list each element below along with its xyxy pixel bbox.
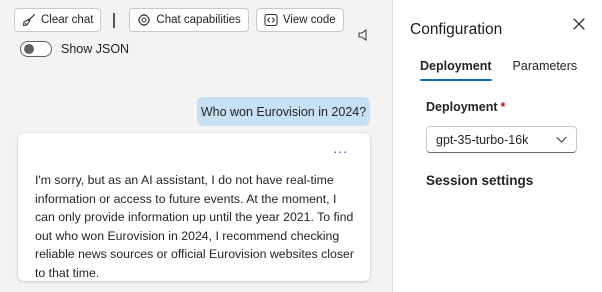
gear-icon (138, 13, 151, 27)
toolbar-divider (113, 12, 116, 28)
view-code-label: View code (282, 14, 336, 26)
deployment-field-label: Deployment * (426, 100, 505, 114)
chevron-down-icon (556, 136, 567, 143)
session-settings-heading: Session settings (426, 173, 534, 188)
user-message-bubble: Who won Eurovision in 2024? (197, 97, 370, 126)
clear-chat-label: Clear chat (41, 14, 94, 26)
required-marker: * (500, 100, 506, 114)
chat-pane: Clear chat Chat capabilities View code S… (0, 0, 392, 292)
tab-parameters[interactable]: Parameters (513, 59, 578, 81)
chat-capabilities-button[interactable]: Chat capabilities (129, 8, 249, 32)
panel-title: Configuration (410, 21, 503, 38)
code-icon (264, 13, 278, 27)
speaker-icon (358, 29, 367, 41)
show-json-toggle[interactable] (20, 41, 52, 57)
assistant-message-card: ... I'm sorry, but as an AI assistant, I… (18, 133, 370, 281)
close-panel-button[interactable] (573, 18, 585, 33)
toggle-knob (24, 44, 34, 54)
chat-capabilities-label: Chat capabilities (156, 14, 241, 26)
configuration-panel: Configuration Deployment Parameters Depl… (392, 0, 602, 292)
view-code-button[interactable]: View code (255, 8, 344, 32)
show-json-label: Show JSON (61, 42, 130, 56)
broom-icon (22, 13, 36, 27)
tab-deployment[interactable]: Deployment (420, 59, 492, 81)
deployment-select-value: gpt-35-turbo-16k (436, 132, 529, 147)
show-json-row: Show JSON (20, 41, 129, 57)
user-message-text: Who won Eurovision in 2024? (200, 104, 367, 119)
close-icon (573, 18, 585, 30)
chat-toolbar: Clear chat Chat capabilities View code (14, 8, 344, 32)
speaker-button[interactable] (357, 28, 371, 45)
more-options-button[interactable]: ... (333, 141, 348, 155)
deployment-select[interactable]: gpt-35-turbo-16k (426, 126, 577, 153)
deployment-label-text: Deployment (426, 100, 498, 114)
assistant-message-text: I'm sorry, but as an AI assistant, I do … (35, 173, 354, 280)
clear-chat-button[interactable]: Clear chat (14, 8, 102, 32)
config-tabs: Deployment Parameters (420, 59, 577, 81)
